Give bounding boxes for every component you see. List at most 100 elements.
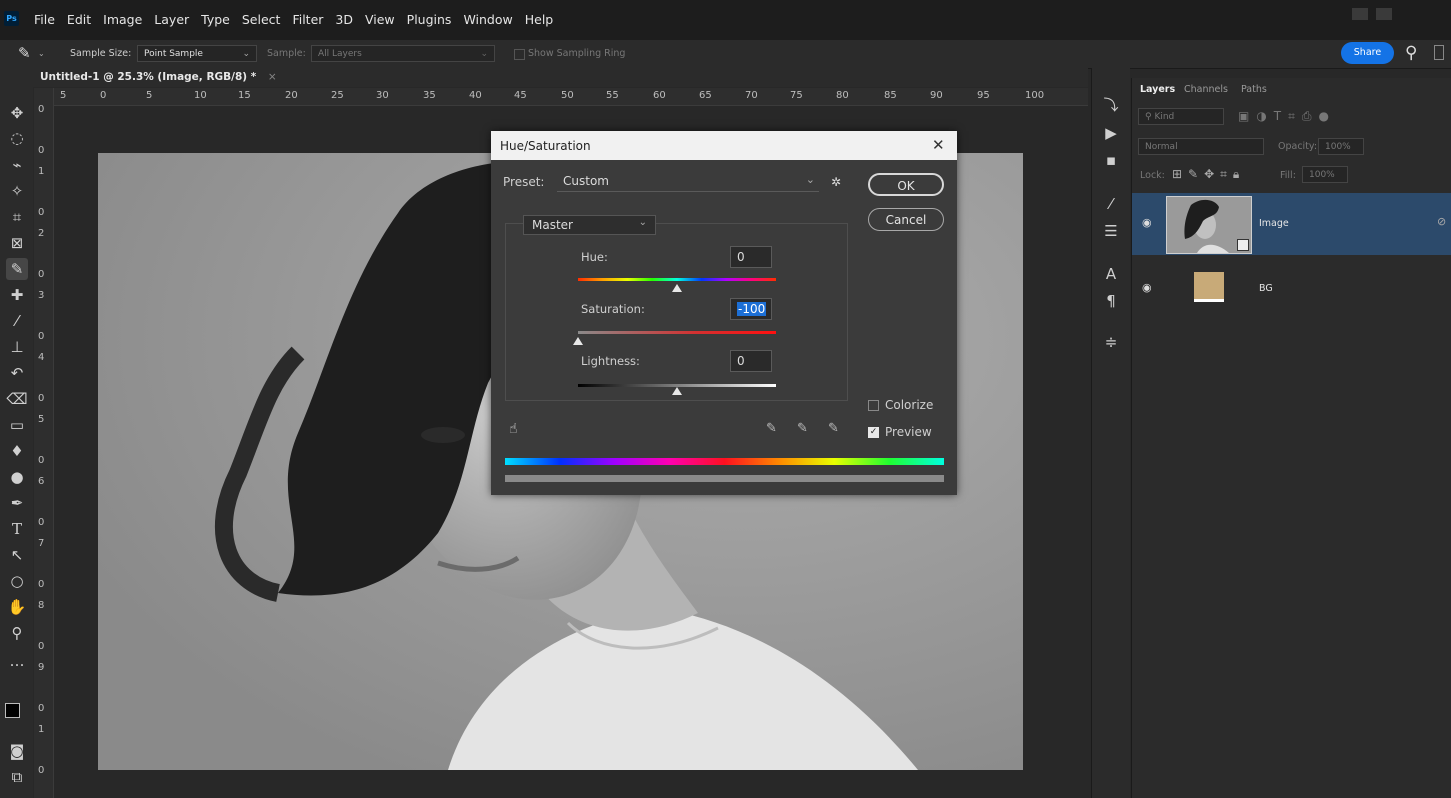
menu-filter[interactable]: Filter: [292, 12, 323, 27]
path-select-tool-icon[interactable]: ↖: [6, 544, 28, 566]
close-tab-icon[interactable]: ×: [268, 71, 277, 83]
brush-tool-icon[interactable]: ⁄: [6, 310, 28, 332]
menu-plugins[interactable]: Plugins: [407, 12, 452, 27]
move-tool-icon[interactable]: ✥: [6, 102, 28, 124]
actions-panel-icon[interactable]: ▶: [1101, 123, 1121, 143]
shape-tool-icon[interactable]: ○: [6, 570, 28, 592]
eyedropper-icon[interactable]: ✎: [766, 421, 777, 436]
history-brush-tool-icon[interactable]: ↶: [6, 362, 28, 384]
saturation-input[interactable]: -100: [730, 298, 772, 320]
dodge-tool-icon[interactable]: ●: [6, 466, 28, 488]
quick-select-tool-icon[interactable]: ✧: [6, 180, 28, 202]
hand-tool-icon[interactable]: ✋: [6, 596, 28, 618]
hue-slider-thumb[interactable]: [672, 284, 682, 292]
menu-type[interactable]: Type: [201, 12, 230, 27]
eraser-tool-icon[interactable]: ⌫: [6, 388, 28, 410]
gradient-tool-icon[interactable]: ▭: [6, 414, 28, 436]
sample-dropdown[interactable]: All Layers ⌄: [311, 45, 495, 62]
targeted-adjustment-hand-icon[interactable]: ☝: [509, 421, 518, 437]
preset-dropdown[interactable]: Custom ⌄: [557, 172, 819, 192]
menu-window[interactable]: Window: [463, 12, 512, 27]
ruler-tick-label: 0: [38, 517, 45, 528]
maximize-button[interactable]: [1376, 8, 1392, 20]
menu-3d[interactable]: 3D: [335, 12, 353, 27]
saturation-slider-track[interactable]: [578, 331, 776, 334]
menu-file[interactable]: File: [34, 12, 55, 27]
chevron-down-icon: ⌄: [638, 217, 647, 228]
menu-layer[interactable]: Layer: [154, 12, 189, 27]
layer-row-bg[interactable]: ◉ BG: [1132, 258, 1451, 320]
fill-field[interactable]: 100%: [1302, 166, 1348, 183]
workspace-icon[interactable]: [1434, 45, 1444, 60]
ok-button[interactable]: OK: [868, 173, 944, 196]
ruler-tick-label: 1: [38, 724, 45, 735]
sample-size-dropdown[interactable]: Point Sample ⌄: [137, 45, 257, 62]
channel-dropdown[interactable]: Master ⌄: [523, 215, 656, 235]
marquee-tool-icon[interactable]: ◌: [6, 127, 28, 149]
ruler-tick-label: 0: [38, 269, 45, 280]
menu-help[interactable]: Help: [525, 12, 554, 27]
ruler-tick-label: 3: [38, 290, 45, 301]
comments-panel-icon[interactable]: ▪: [1101, 150, 1121, 170]
properties-panel-icon[interactable]: ≑: [1101, 332, 1121, 352]
search-icon[interactable]: ⚲: [1405, 43, 1417, 63]
zoom-tool-icon[interactable]: ⚲: [6, 622, 28, 644]
tab-paths[interactable]: Paths: [1241, 84, 1267, 95]
filter-kind-dropdown[interactable]: ⚲ Kind: [1138, 108, 1224, 125]
eyedropper-tool-icon[interactable]: ✎: [6, 258, 28, 280]
lock-icons[interactable]: ⊞✎✥⌗🔒︎: [1172, 167, 1245, 182]
lasso-tool-icon[interactable]: ⌁: [6, 154, 28, 176]
blend-mode-dropdown[interactable]: Normal: [1138, 138, 1264, 155]
tab-layers[interactable]: Layers: [1140, 84, 1175, 95]
character-panel-icon[interactable]: A: [1101, 264, 1121, 284]
menu-view[interactable]: View: [365, 12, 395, 27]
paragraph-panel-icon[interactable]: ¶: [1101, 291, 1121, 311]
tab-channels[interactable]: Channels: [1184, 84, 1228, 95]
tool-preset-chevron-icon[interactable]: ⌄: [38, 49, 45, 58]
show-ring-label: Show Sampling Ring: [528, 48, 626, 59]
visibility-eye-icon[interactable]: ◉: [1142, 281, 1152, 294]
more-tools-icon[interactable]: …: [6, 650, 28, 672]
healing-brush-tool-icon[interactable]: ✚: [6, 284, 28, 306]
lightness-input[interactable]: 0: [730, 350, 772, 372]
hue-input[interactable]: 0: [730, 246, 772, 268]
layer-filter-icons[interactable]: ▣◑T⌗⎙●: [1238, 109, 1336, 124]
document-tab[interactable]: Untitled-1 @ 25.3% (Image, RGB/8) * ×: [40, 71, 277, 83]
preset-options-gear-icon[interactable]: ✲: [831, 175, 841, 189]
share-button[interactable]: Share: [1341, 42, 1394, 64]
close-icon[interactable]: ✕: [932, 136, 945, 154]
history-panel-icon[interactable]: ⤵: [1101, 95, 1121, 115]
opacity-field[interactable]: 100%: [1318, 138, 1364, 155]
pen-tool-icon[interactable]: ✒: [6, 492, 28, 514]
crop-tool-icon[interactable]: ⌗: [6, 206, 28, 228]
clone-stamp-tool-icon[interactable]: ⊥: [6, 336, 28, 358]
preview-checkbox[interactable]: ✓: [868, 427, 879, 438]
menu-image[interactable]: Image: [103, 12, 142, 27]
foreground-color-swatch[interactable]: [5, 703, 20, 718]
ruler-tick-label: 50: [561, 90, 574, 101]
quick-mask-icon[interactable]: ◙: [6, 740, 28, 762]
menu-select[interactable]: Select: [242, 12, 281, 27]
cancel-button[interactable]: Cancel: [868, 208, 944, 231]
eyedropper-add-icon[interactable]: ✎: [797, 421, 808, 436]
menu-edit[interactable]: Edit: [67, 12, 91, 27]
visibility-eye-icon[interactable]: ◉: [1142, 216, 1152, 229]
hue-slider-track[interactable]: [578, 278, 776, 281]
lightness-slider-thumb[interactable]: [672, 387, 682, 395]
saturation-slider-thumb[interactable]: [573, 337, 583, 345]
layer-name-bg: BG: [1259, 283, 1273, 294]
layer-color-swatch: [1194, 272, 1224, 302]
minimize-button[interactable]: [1352, 8, 1368, 20]
screen-mode-icon[interactable]: ⧉: [6, 766, 28, 788]
adjustments-icon[interactable]: ☰: [1101, 221, 1121, 241]
show-ring-checkbox[interactable]: [514, 49, 525, 60]
blur-tool-icon[interactable]: ♦: [6, 440, 28, 462]
eyedropper-subtract-icon[interactable]: ✎: [828, 421, 839, 436]
layer-row-image[interactable]: ◉ Image ⊘: [1132, 193, 1451, 255]
brush-settings-icon[interactable]: ⁄: [1101, 194, 1121, 214]
type-tool-icon[interactable]: T: [6, 518, 28, 540]
eyedropper-tool-icon[interactable]: ✎: [18, 44, 31, 62]
colorize-checkbox[interactable]: [868, 400, 879, 411]
ruler-tick-label: 0: [38, 104, 45, 115]
frame-tool-icon[interactable]: ⊠: [6, 232, 28, 254]
